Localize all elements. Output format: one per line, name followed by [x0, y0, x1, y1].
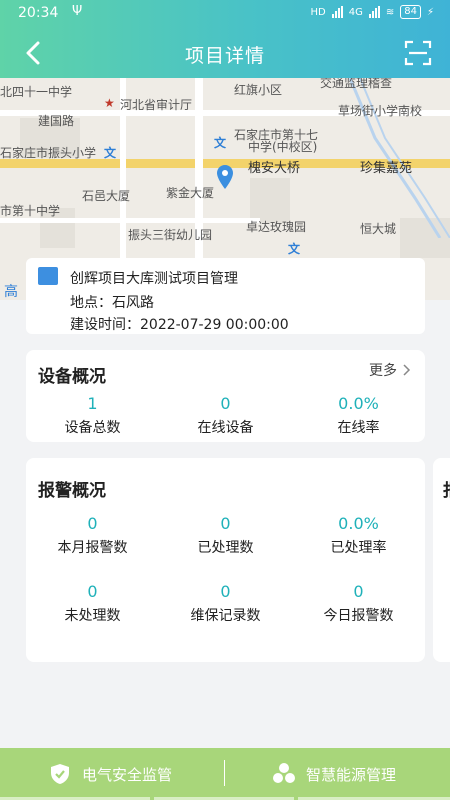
star-icon: ★	[104, 96, 115, 110]
stat-label: 未处理数	[64, 608, 121, 624]
signal-icon-2	[368, 6, 380, 18]
time-label: 建设时间：	[70, 317, 140, 333]
status-icons: HD 4G ≋ 84 ⚡	[310, 5, 434, 19]
stat-handled[interactable]: 0 已处理数	[159, 514, 292, 557]
alarm-overview-card: 报警概况 0 本月报警数 0 已处理数 0.0% 已处理率 0 未处理数 0 维…	[26, 458, 425, 662]
stat-label: 今日报警数	[323, 608, 394, 624]
stat-label: 已处理率	[330, 540, 387, 556]
stat-value: 0	[220, 394, 231, 413]
stat-value: 0	[220, 582, 231, 601]
alarm-overview-title: 报警概况	[38, 481, 106, 501]
network-label: 4G	[348, 6, 363, 18]
stat-value: 0	[87, 582, 98, 601]
shield-check-icon	[51, 764, 69, 784]
stat-online-rate[interactable]: 0.0% 在线率	[292, 394, 425, 437]
nav-bar: 项目详情	[0, 28, 450, 78]
map-label: 交通监理稽查	[320, 78, 393, 90]
stat-handled-rate[interactable]: 0.0% 已处理率	[292, 514, 425, 557]
stat-value: 0.0%	[338, 514, 379, 533]
device-overview-card: 设备概况 更多 1 设备总数 0 在线设备 0.0% 在线率	[26, 350, 425, 442]
map-label: 卓达玫瑰园	[246, 220, 307, 234]
stat-value: 0	[87, 514, 98, 533]
stat-label: 已处理数	[197, 540, 254, 556]
more-label: 更多	[369, 363, 397, 379]
time-value: 2022-07-29 00:00:00	[140, 317, 289, 333]
status-bar: 20:34 Ψ HD 4G ≋ 84 ⚡	[0, 0, 450, 28]
map-label: 振头三街幼儿园	[128, 228, 213, 242]
location-label: 地点：	[70, 295, 112, 311]
device-overview-title: 设备概况	[38, 367, 106, 387]
hd-icon: HD	[310, 6, 326, 18]
stat-device-online[interactable]: 0 在线设备	[159, 394, 292, 437]
stat-label: 在线设备	[197, 420, 254, 436]
charging-icon: ⚡	[426, 6, 434, 18]
peek-card-title: 报	[443, 476, 450, 501]
project-time: 建设时间：2022-07-29 00:00:00	[70, 314, 289, 334]
school-icon: 文	[104, 146, 117, 160]
tab-label: 智慧能源管理	[306, 765, 397, 784]
stat-maintenance[interactable]: 0 维保记录数	[159, 582, 292, 625]
location-pin-icon	[217, 165, 233, 189]
stat-value: 1	[87, 394, 98, 413]
stat-label: 维保记录数	[190, 608, 261, 624]
map-label: 珍集嘉苑	[360, 161, 413, 176]
app-header-bg: 20:34 Ψ HD 4G ≋ 84 ⚡ 项目详情	[0, 0, 450, 78]
map-label: 高	[4, 284, 18, 300]
stat-value: 0.0%	[338, 394, 379, 413]
map-label: 恒大城	[360, 222, 397, 236]
tab-label: 电气安全监管	[82, 765, 173, 784]
project-location: 地点：石风路	[70, 292, 154, 312]
battery-icon: 84	[400, 5, 421, 19]
tab-smart-energy[interactable]: 智慧能源管理	[272, 748, 396, 800]
map-label: 槐安大桥	[248, 161, 301, 176]
stat-value: 0	[353, 582, 364, 601]
stat-device-total[interactable]: 1 设备总数	[26, 394, 159, 437]
map-label: 紫金大厦	[166, 186, 215, 200]
school-icon: 文	[288, 242, 301, 256]
stat-label: 本月报警数	[57, 540, 128, 556]
recycle-icon	[273, 763, 295, 783]
stat-today-alarms[interactable]: 0 今日报警数	[292, 582, 425, 625]
stat-label: 在线率	[337, 420, 380, 436]
more-button[interactable]: 更多	[369, 360, 411, 380]
project-info-card: 创辉项目大库测试项目管理 地点：石风路 建设时间：2022-07-29 00:0…	[26, 258, 425, 334]
location-value: 石风路	[112, 295, 154, 311]
usb-icon: Ψ	[72, 4, 83, 19]
bottom-tab-bar: 电气安全监管 智慧能源管理	[0, 748, 450, 800]
map-label: 中学(中校区)	[248, 140, 318, 154]
stat-label: 设备总数	[64, 420, 121, 436]
status-time: 20:34	[18, 5, 59, 21]
project-name: 创辉项目大库测试项目管理	[70, 271, 238, 287]
map-block	[250, 178, 290, 223]
map-label: 北四十一中学	[0, 85, 73, 99]
wifi-icon: ≋	[385, 6, 395, 18]
school-icon: 文	[214, 136, 227, 150]
next-card-peek[interactable]: 报	[433, 458, 450, 662]
stat-month-alarms[interactable]: 0 本月报警数	[26, 514, 159, 557]
map-label: 石家庄市振头小学	[0, 146, 97, 160]
map-label: 石邑大厦	[82, 189, 131, 203]
tab-electrical-safety[interactable]: 电气安全监管	[48, 748, 172, 800]
map-label: 河北省审计厅	[120, 98, 193, 112]
chevron-right-icon	[403, 364, 411, 376]
scan-icon[interactable]	[404, 39, 432, 67]
map-label: 红旗小区	[234, 83, 283, 97]
stat-value: 0	[220, 514, 231, 533]
stat-unhandled[interactable]: 0 未处理数	[26, 582, 159, 625]
page-title: 项目详情	[184, 45, 265, 67]
tab-divider	[224, 760, 225, 786]
building-icon	[38, 267, 58, 285]
map-label: 市第十中学	[0, 204, 61, 218]
map-label: 草场街小学南校	[338, 104, 423, 118]
map-label: 建国路	[38, 114, 75, 128]
signal-icon	[331, 6, 343, 18]
